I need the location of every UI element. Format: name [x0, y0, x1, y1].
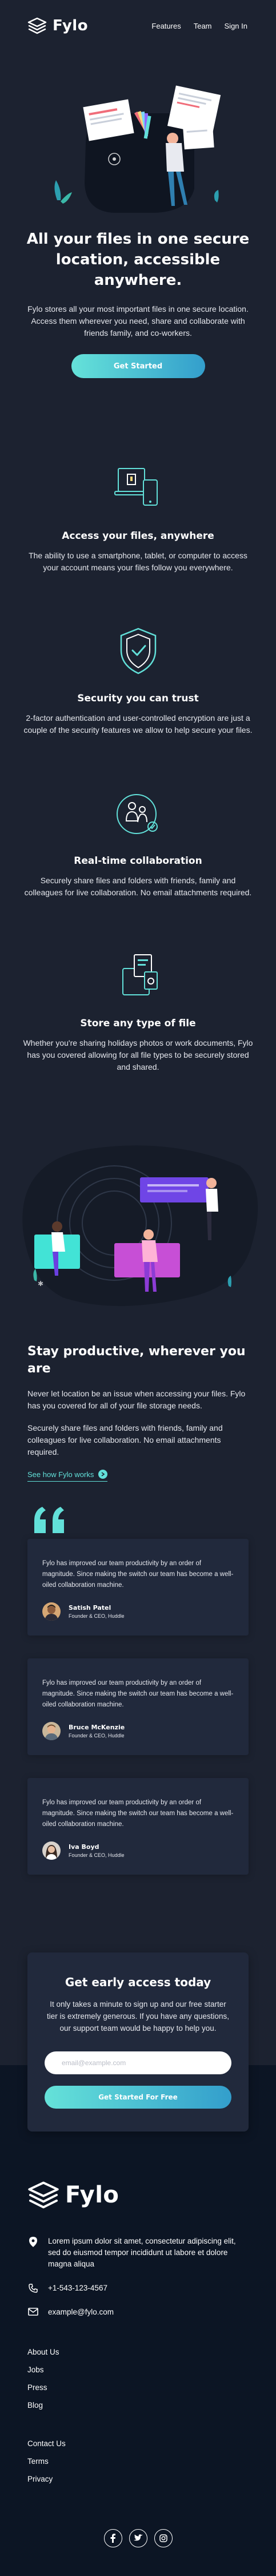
testimonial-role: Founder & CEO, Huddle: [69, 1613, 125, 1619]
see-how-link-label: See how Fylo works: [27, 1470, 94, 1479]
features-section: Access your files, anywhere The ability …: [0, 464, 276, 1073]
instagram-icon[interactable]: [154, 2529, 173, 2547]
testimonial-quote: Fylo has improved our team productivity …: [42, 1799, 234, 1828]
page: Fylo Features Team Sign In All your file…: [0, 0, 276, 2576]
nav-features[interactable]: Features: [151, 22, 181, 30]
svg-text:✱: ✱: [38, 1280, 43, 1288]
nav-team[interactable]: Team: [194, 22, 212, 30]
see-how-link[interactable]: See how Fylo works: [27, 1470, 108, 1482]
productive-text-1: Never let location be an issue when acce…: [27, 1389, 246, 1410]
feature-security: Security you can trust 2-factor authenti…: [0, 626, 276, 736]
email-input[interactable]: [45, 2051, 231, 2074]
feature-title: Security you can trust: [77, 693, 199, 704]
feature-text: 2-factor authentication and user-control…: [23, 713, 253, 735]
productive-illustration: ✱: [0, 1114, 276, 1337]
testimonial-person: Satish Patel Founder & CEO, Huddle: [42, 1602, 234, 1621]
location-icon: [27, 2237, 39, 2247]
footer-link-jobs[interactable]: Jobs: [27, 2365, 249, 2374]
footer-logo[interactable]: Fylo: [27, 2181, 249, 2209]
early-access-title: Get early access today: [65, 1975, 211, 1989]
testimonial-quote: Fylo has improved our team productivity …: [42, 1560, 234, 1589]
get-started-button[interactable]: Get Started: [71, 354, 205, 378]
productive-title: Stay productive, wherever you are: [27, 1344, 246, 1376]
footer-link-contact[interactable]: Contact Us: [27, 2439, 249, 2448]
testimonial-person: Bruce McKenzie Founder & CEO, Huddle: [42, 1722, 234, 1740]
footer-logo-text: Fylo: [65, 2182, 119, 2208]
phone-icon: [27, 2284, 39, 2293]
hero-title: All your files in one secure location, a…: [26, 231, 250, 289]
feature-collaboration: Real-time collaboration Securely share f…: [0, 789, 276, 899]
footer-link-terms[interactable]: Terms: [27, 2457, 249, 2466]
productive-illustration-art: ✱: [22, 1145, 258, 1306]
hero-illustration-art: [54, 85, 221, 213]
feature-title: Real-time collaboration: [74, 855, 202, 867]
feature-text: Whether you're sharing holidays photos o…: [23, 1038, 253, 1071]
logo-icon: [28, 2181, 59, 2209]
site-header: Fylo Features Team Sign In: [0, 0, 276, 51]
nav-sign-in[interactable]: Sign In: [225, 22, 247, 30]
collaboration-icon: [23, 789, 253, 838]
phone-text[interactable]: +1-543-123-4567: [48, 2283, 107, 2294]
hero-text: Fylo stores all your most important file…: [27, 304, 249, 338]
testimonial-card: Fylo has improved our team productivity …: [27, 1539, 249, 1636]
early-access-section: Get early access today It only takes a m…: [0, 1952, 276, 2180]
access-devices-icon: [23, 464, 253, 513]
testimonial-quote: Fylo has improved our team productivity …: [42, 1680, 234, 1708]
logo-icon: [27, 17, 47, 34]
feature-title: Access your files, anywhere: [62, 530, 214, 542]
email-row: example@fylo.com: [27, 2307, 249, 2318]
footer-links-primary: About Us Jobs Press Blog: [27, 2348, 249, 2410]
avatar: [42, 1722, 61, 1740]
feature-title: Store any type of file: [80, 1018, 196, 1029]
feature-text: Securely share files and folders with fr…: [24, 876, 252, 897]
phone-row: +1-543-123-4567: [27, 2283, 249, 2294]
avatar: [42, 1602, 61, 1621]
file-types-icon: [23, 951, 253, 1001]
address-text: Lorem ipsum dolor sit amet, consectetur …: [48, 2237, 236, 2268]
testimonial-card: Fylo has improved our team productivity …: [27, 1658, 249, 1755]
testimonial-name: Bruce McKenzie: [69, 1724, 125, 1731]
email-text[interactable]: example@fylo.com: [48, 2307, 114, 2318]
testimonial-person: Iva Boyd Founder & CEO, Huddle: [42, 1841, 234, 1860]
footer-link-press[interactable]: Press: [27, 2383, 249, 2392]
testimonials-section: Fylo has improved our team productivity …: [0, 1507, 276, 1875]
testimonial-name: Satish Patel: [69, 1604, 111, 1612]
testimonial-role: Founder & CEO, Huddle: [69, 1733, 125, 1738]
quote-icon: [33, 1507, 67, 1535]
testimonial-role: Founder & CEO, Huddle: [69, 1852, 125, 1858]
logo[interactable]: Fylo: [27, 17, 88, 34]
productive-text-2: Securely share files and folders with fr…: [27, 1423, 223, 1456]
site-footer: Fylo Lorem ipsum dolor sit amet, consect…: [0, 2132, 276, 2576]
footer-link-blog[interactable]: Blog: [27, 2401, 249, 2410]
arrow-right-icon: [98, 1470, 108, 1479]
logo-text: Fylo: [53, 17, 89, 34]
early-access-card: Get early access today It only takes a m…: [27, 1952, 249, 2132]
facebook-icon[interactable]: [103, 2529, 122, 2547]
footer-link-privacy[interactable]: Privacy: [27, 2475, 249, 2483]
testimonial-name: Iva Boyd: [69, 1843, 99, 1851]
social-links: [27, 2529, 249, 2547]
email-icon: [27, 2308, 39, 2316]
address-row: Lorem ipsum dolor sit amet, consectetur …: [27, 2236, 249, 2270]
get-started-free-button[interactable]: Get Started For Free: [45, 2086, 231, 2109]
footer-link-about[interactable]: About Us: [27, 2348, 249, 2356]
twitter-icon[interactable]: [129, 2529, 147, 2547]
feature-access: Access your files, anywhere The ability …: [0, 464, 276, 574]
feature-file-types: Store any type of file Whether you're sh…: [0, 951, 276, 1073]
security-shield-icon: [23, 626, 253, 676]
contact-info: Lorem ipsum dolor sit amet, consectetur …: [27, 2236, 249, 2318]
footer-links-secondary: Contact Us Terms Privacy: [27, 2439, 249, 2483]
productive-section: Stay productive, wherever you are Never …: [0, 1343, 276, 1482]
early-access-text: It only takes a minute to sign up and ou…: [47, 2000, 229, 2033]
testimonial-card: Fylo has improved our team productivity …: [27, 1778, 249, 1875]
hero-illustration: [0, 57, 276, 229]
main-nav: Features Team Sign In: [151, 22, 247, 30]
avatar: [42, 1841, 61, 1860]
feature-text: The ability to use a smartphone, tablet,…: [29, 551, 247, 572]
